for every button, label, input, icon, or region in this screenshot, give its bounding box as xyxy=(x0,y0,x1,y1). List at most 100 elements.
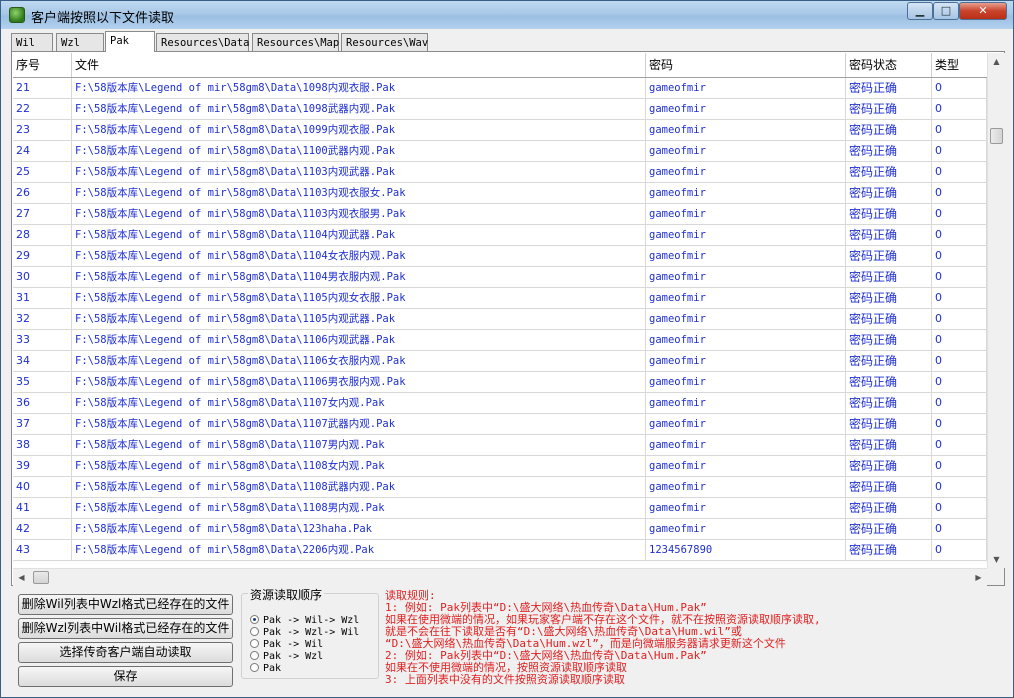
cell-file: F:\58版本库\Legend of mir\58gm8\Data\1098武器… xyxy=(72,99,646,120)
cell-file: F:\58版本库\Legend of mir\58gm8\Data\1098内观… xyxy=(72,78,646,99)
radio-pak-wil[interactable]: Pak -> Wil xyxy=(250,639,323,651)
close-button[interactable]: ✕ xyxy=(959,2,1007,20)
cell-index: 38 xyxy=(13,435,72,456)
cell-password: gameofmir xyxy=(646,456,846,477)
cell-password: 1234567890 xyxy=(646,540,846,561)
header-index[interactable]: 序号 xyxy=(13,53,72,77)
cell-password: gameofmir xyxy=(646,225,846,246)
cell-file: F:\58版本库\Legend of mir\58gm8\Data\1104女衣… xyxy=(72,246,646,267)
header-password-status[interactable]: 密码状态 xyxy=(846,53,932,77)
cell-file: F:\58版本库\Legend of mir\58gm8\Data\1103内观… xyxy=(72,162,646,183)
cell-index: 39 xyxy=(13,456,72,477)
cell-file: F:\58版本库\Legend of mir\58gm8\Data\1107男内… xyxy=(72,435,646,456)
maximize-button[interactable]: □ xyxy=(933,2,959,20)
tab-pak[interactable]: Pak xyxy=(105,31,155,52)
cell-index: 30 xyxy=(13,267,72,288)
delete-wil-duplicates-button[interactable]: 删除Wil列表中Wzl格式已经存在的文件 xyxy=(18,594,233,615)
cell-password-status: 密码正确 xyxy=(846,498,932,519)
save-button[interactable]: 保存 xyxy=(18,666,233,687)
table-row[interactable]: 38 F:\58版本库\Legend of mir\58gm8\Data\1107… xyxy=(13,435,987,456)
header-type[interactable]: 类型 xyxy=(932,53,987,77)
tab-resources-data[interactable]: Resources\Data xyxy=(156,33,250,51)
cell-index: 21 xyxy=(13,78,72,99)
table-row[interactable]: 39 F:\58版本库\Legend of mir\58gm8\Data\1108… xyxy=(13,456,987,477)
vertical-scrollbar[interactable]: ▲ ▼ xyxy=(987,53,1005,568)
table-row[interactable]: 40 F:\58版本库\Legend of mir\58gm8\Data\1108… xyxy=(13,477,987,498)
cell-password: gameofmir xyxy=(646,519,846,540)
tab-resources-map[interactable]: Resources\Map xyxy=(252,33,339,51)
cell-type: 0 xyxy=(932,162,987,183)
radio-icon[interactable] xyxy=(250,651,259,660)
radio-icon[interactable] xyxy=(250,627,259,636)
cell-password: gameofmir xyxy=(646,498,846,519)
tab-resources-wav[interactable]: Resources\Wav xyxy=(341,33,428,51)
cell-index: 36 xyxy=(13,393,72,414)
table-row[interactable]: 27 F:\58版本库\Legend of mir\58gm8\Data\1103… xyxy=(13,204,987,225)
table-row[interactable]: 33 F:\58版本库\Legend of mir\58gm8\Data\1106… xyxy=(13,330,987,351)
table-row[interactable]: 43 F:\58版本库\Legend of mir\58gm8\Data\2206… xyxy=(13,540,987,561)
cell-password-status: 密码正确 xyxy=(846,267,932,288)
window-title: 客户端按照以下文件读取 xyxy=(31,11,175,26)
cell-file: F:\58版本库\Legend of mir\58gm8\Data\123hah… xyxy=(72,519,646,540)
radio-selected-icon[interactable] xyxy=(250,615,259,624)
cell-type: 0 xyxy=(932,477,987,498)
tab-wzl[interactable]: Wzl xyxy=(56,33,104,51)
cell-password: gameofmir xyxy=(646,393,846,414)
tab-wil[interactable]: Wil xyxy=(11,33,53,51)
cell-file: F:\58版本库\Legend of mir\58gm8\Data\1105内观… xyxy=(72,309,646,330)
table-row[interactable]: 32 F:\58版本库\Legend of mir\58gm8\Data\1105… xyxy=(13,309,987,330)
table-row[interactable]: 25 F:\58版本库\Legend of mir\58gm8\Data\1103… xyxy=(13,162,987,183)
cell-type: 0 xyxy=(932,225,987,246)
cell-password-status: 密码正确 xyxy=(846,456,932,477)
table-row[interactable]: 30 F:\58版本库\Legend of mir\58gm8\Data\1104… xyxy=(13,267,987,288)
cell-password-status: 密码正确 xyxy=(846,99,932,120)
cell-index: 33 xyxy=(13,330,72,351)
table-row[interactable]: 29 F:\58版本库\Legend of mir\58gm8\Data\1104… xyxy=(13,246,987,267)
header-password[interactable]: 密码 xyxy=(646,53,846,77)
scroll-up-icon[interactable]: ▲ xyxy=(988,53,1005,70)
cell-type: 0 xyxy=(932,309,987,330)
cell-index: 32 xyxy=(13,309,72,330)
auto-read-client-button[interactable]: 选择传奇客户端自动读取 xyxy=(18,642,233,663)
table-row[interactable]: 37 F:\58版本库\Legend of mir\58gm8\Data\1107… xyxy=(13,414,987,435)
vertical-scroll-thumb[interactable] xyxy=(990,128,1003,144)
cell-file: F:\58版本库\Legend of mir\58gm8\Data\2206内观… xyxy=(72,540,646,561)
cell-index: 25 xyxy=(13,162,72,183)
table-row[interactable]: 36 F:\58版本库\Legend of mir\58gm8\Data\1107… xyxy=(13,393,987,414)
scroll-left-icon[interactable]: ◀ xyxy=(13,569,30,586)
cell-type: 0 xyxy=(932,393,987,414)
delete-wzl-duplicates-button[interactable]: 删除Wzl列表中Wil格式已经存在的文件 xyxy=(18,618,233,639)
scroll-corner xyxy=(987,568,1004,585)
table-row[interactable]: 21 F:\58版本库\Legend of mir\58gm8\Data\1098… xyxy=(13,78,987,99)
horizontal-scroll-thumb[interactable] xyxy=(33,571,49,584)
radio-icon[interactable] xyxy=(250,663,259,672)
radio-pak-wzl-wil[interactable]: Pak -> Wzl-> Wil xyxy=(250,627,359,639)
cell-index: 23 xyxy=(13,120,72,141)
table-row[interactable]: 28 F:\58版本库\Legend of mir\58gm8\Data\1104… xyxy=(13,225,987,246)
horizontal-scrollbar[interactable]: ◀ ▶ xyxy=(13,568,987,586)
radio-pak-wil-wzl[interactable]: Pak -> Wil-> Wzl xyxy=(250,615,359,627)
radio-pak-wzl[interactable]: Pak -> Wzl xyxy=(250,651,323,663)
cell-type: 0 xyxy=(932,435,987,456)
table-row[interactable]: 34 F:\58版本库\Legend of mir\58gm8\Data\1106… xyxy=(13,351,987,372)
table-row[interactable]: 42 F:\58版本库\Legend of mir\58gm8\Data\123h… xyxy=(13,519,987,540)
radio-icon[interactable] xyxy=(250,639,259,648)
cell-password-status: 密码正确 xyxy=(846,225,932,246)
table-row[interactable]: 41 F:\58版本库\Legend of mir\58gm8\Data\1108… xyxy=(13,498,987,519)
radio-label: Pak -> Wzl xyxy=(263,651,324,662)
table-row[interactable]: 22 F:\58版本库\Legend of mir\58gm8\Data\1098… xyxy=(13,99,987,120)
header-file[interactable]: 文件 xyxy=(72,53,646,77)
cell-type: 0 xyxy=(932,372,987,393)
table-row[interactable]: 31 F:\58版本库\Legend of mir\58gm8\Data\1105… xyxy=(13,288,987,309)
cell-type: 0 xyxy=(932,120,987,141)
scroll-right-icon[interactable]: ▶ xyxy=(970,569,987,586)
table-row[interactable]: 23 F:\58版本库\Legend of mir\58gm8\Data\1099… xyxy=(13,120,987,141)
file-list-panel: 序号 文件 密码 密码状态 类型 21 F:\58版本库\Legend of mi… xyxy=(11,51,1005,586)
table-row[interactable]: 35 F:\58版本库\Legend of mir\58gm8\Data\1106… xyxy=(13,372,987,393)
radio-label: Pak -> Wzl-> Wil xyxy=(263,627,360,638)
minimize-button[interactable]: ▁ xyxy=(907,2,933,20)
scroll-down-icon[interactable]: ▼ xyxy=(988,551,1005,568)
table-row[interactable]: 24 F:\58版本库\Legend of mir\58gm8\Data\1100… xyxy=(13,141,987,162)
radio-pak[interactable]: Pak xyxy=(250,663,281,675)
table-row[interactable]: 26 F:\58版本库\Legend of mir\58gm8\Data\1103… xyxy=(13,183,987,204)
